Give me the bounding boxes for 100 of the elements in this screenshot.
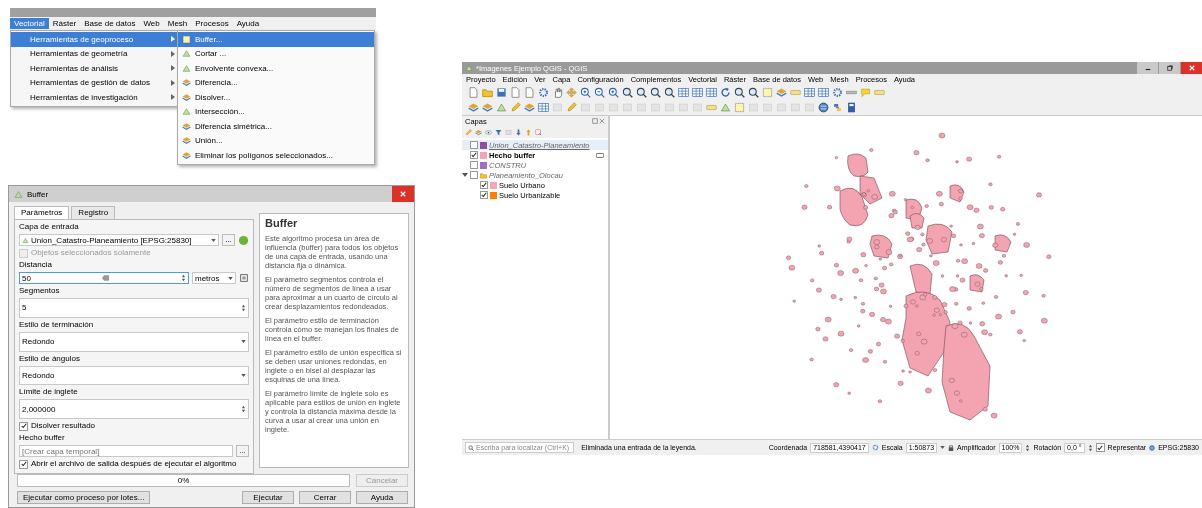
distance-field[interactable]: 50 <box>19 272 189 284</box>
search-icon[interactable] <box>650 87 661 98</box>
close-button[interactable] <box>1180 62 1202 74</box>
zoom-out-icon[interactable] <box>594 87 605 98</box>
checkbox[interactable]: Abrir el archivo de salida después de ejecutar el algoritmo <box>19 459 249 469</box>
coordinate-toggle-icon[interactable] <box>871 444 879 451</box>
folder-icon[interactable] <box>482 87 493 98</box>
spinner-icon[interactable] <box>241 405 246 414</box>
bubble-icon[interactable] <box>860 87 871 98</box>
globe-icon[interactable] <box>818 102 829 113</box>
menu-item[interactable]: Ayuda <box>232 18 264 29</box>
menu-item[interactable]: Web <box>139 18 164 29</box>
window-title: Buffer <box>27 189 49 199</box>
zoom-in-icon[interactable] <box>608 87 619 98</box>
float-icon[interactable] <box>592 118 598 124</box>
search-icon[interactable] <box>734 87 745 98</box>
menu-item[interactable]: Herramientas de gestión de datos <box>11 75 179 90</box>
progress-label: 0% <box>177 476 190 485</box>
spinner-icon[interactable] <box>1087 443 1093 452</box>
filter-icon[interactable] <box>495 128 502 136</box>
pencil-icon[interactable] <box>566 102 577 113</box>
menu-item[interactable]: Diferencia simétrica... <box>178 119 374 134</box>
dialog-button[interactable]: Ayuda <box>356 491 408 504</box>
filter-indicator-icon[interactable] <box>596 152 604 158</box>
menu-item[interactable]: Diferencia... <box>178 75 374 90</box>
dropdown[interactable]: Redondo <box>19 365 249 386</box>
menu-item[interactable]: Herramientas de geoproceso <box>11 32 179 47</box>
browse-button[interactable]: ... <box>236 445 249 457</box>
dropdown[interactable]: Redondo <box>19 331 249 352</box>
data-defined-icon[interactable] <box>239 273 249 283</box>
book-icon[interactable] <box>846 102 857 113</box>
restore-button[interactable] <box>1158 62 1180 74</box>
dialog-button[interactable]: Ejecutar <box>242 491 294 504</box>
menu-item[interactable]: Cortar ... <box>178 46 374 61</box>
search-icon[interactable] <box>664 87 675 98</box>
menu-item[interactable]: Ráster <box>48 18 81 29</box>
layers-icon[interactable] <box>524 102 535 113</box>
save-icon[interactable] <box>496 87 507 98</box>
layers-icon[interactable] <box>468 102 479 113</box>
caret-icon <box>241 340 246 344</box>
number-field[interactable]: 2,000000 <box>19 399 249 419</box>
tab[interactable]: Registro <box>71 206 116 219</box>
search-icon[interactable] <box>636 87 647 98</box>
close-icon <box>1188 65 1195 71</box>
eye-icon[interactable] <box>485 128 492 136</box>
menu-item[interactable]: Disolver... <box>178 90 374 105</box>
menu-item[interactable]: Procesos <box>191 18 233 29</box>
page-icon[interactable] <box>510 87 521 98</box>
spinner-icon[interactable] <box>1025 443 1031 452</box>
pencil-icon[interactable] <box>465 128 472 136</box>
menu-item[interactable]: Intersección... <box>178 104 374 119</box>
arrow-down-icon[interactable] <box>515 128 522 136</box>
menu-item[interactable]: Mesh <box>163 18 192 29</box>
output-field[interactable]: [Crear capa temporal] <box>19 445 233 457</box>
layer-dropdown[interactable]: Union_Catastro-Planeamiento [EPSG:25830] <box>19 234 219 246</box>
table-icon[interactable] <box>818 87 829 98</box>
layers-icon[interactable] <box>475 128 482 136</box>
checkbox[interactable]: Disolver resultado <box>19 421 249 431</box>
table-icon[interactable] <box>692 87 703 98</box>
browse-button[interactable]: ... <box>222 234 235 246</box>
zoom-in-icon[interactable] <box>580 87 591 98</box>
arrow-up-icon[interactable] <box>525 128 532 136</box>
page-icon[interactable] <box>468 87 479 98</box>
clear-icon[interactable] <box>102 275 110 281</box>
menu-item[interactable]: Herramientas de análisis <box>11 61 179 76</box>
menu-item[interactable]: Vectorial <box>10 18 49 29</box>
layers-icon[interactable] <box>776 87 787 98</box>
close-icon[interactable] <box>599 118 605 124</box>
pencil-icon[interactable] <box>510 102 521 113</box>
menu-item[interactable]: Base de datos <box>80 18 140 29</box>
menu-item[interactable]: Unión... <box>178 133 374 148</box>
table-icon[interactable] <box>538 102 549 113</box>
table-icon[interactable] <box>706 87 717 98</box>
close-button[interactable] <box>392 186 414 202</box>
dialog-button[interactable]: Cerrar <box>299 491 351 504</box>
select-icon[interactable] <box>734 102 745 113</box>
checkmark-icon <box>471 152 477 158</box>
page-icon[interactable] <box>524 87 535 98</box>
spinner-icon[interactable] <box>241 303 246 312</box>
spinner-icon[interactable] <box>181 274 186 282</box>
expand-arrow-icon[interactable] <box>462 172 468 178</box>
batch-button[interactable]: Ejecutar como proceso por lotes... <box>17 491 151 504</box>
table-icon[interactable] <box>804 87 815 98</box>
search-icon[interactable] <box>622 87 633 98</box>
lock-icon[interactable] <box>948 444 955 451</box>
remove-icon[interactable] <box>535 128 542 136</box>
hand-icon[interactable] <box>552 87 563 98</box>
tab[interactable]: Parámetros <box>14 206 70 219</box>
ruler-icon[interactable] <box>846 87 857 98</box>
search-icon[interactable] <box>748 87 759 98</box>
menu-item[interactable]: Buffer... <box>178 32 374 47</box>
layers-icon <box>182 136 191 146</box>
caret-icon <box>228 276 233 280</box>
menu-item[interactable]: Eliminar los polígonos seleccionados... <box>178 148 374 163</box>
layers-icon[interactable] <box>482 102 493 113</box>
menu-item[interactable]: Herramientas de geometría <box>11 46 179 61</box>
unit-dropdown[interactable]: metros <box>192 272 236 284</box>
menu-item[interactable]: Herramientas de investigación <box>11 90 179 105</box>
number-field[interactable]: 5 <box>19 298 249 318</box>
menu-item[interactable]: Envolvente convexa... <box>178 61 374 76</box>
